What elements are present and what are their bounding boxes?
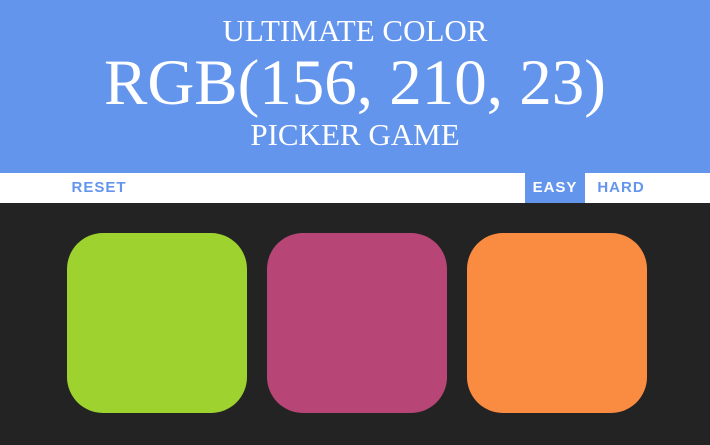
color-square[interactable] [67, 233, 247, 413]
title-top: ULTIMATE COLOR [222, 13, 488, 48]
target-rgb-display: RGB(156, 210, 23) [104, 47, 606, 119]
title-bottom: PICKER GAME [250, 117, 460, 152]
hard-mode-button[interactable]: HARD [585, 173, 657, 203]
control-stripe: RESET EASY HARD [0, 173, 710, 203]
color-square[interactable] [467, 233, 647, 413]
header: ULTIMATE COLOR RGB(156, 210, 23) PICKER … [0, 0, 710, 173]
easy-mode-button[interactable]: EASY [525, 173, 585, 203]
color-square[interactable] [267, 233, 447, 413]
squares-container [0, 203, 710, 445]
reset-button[interactable]: RESET [60, 173, 138, 203]
